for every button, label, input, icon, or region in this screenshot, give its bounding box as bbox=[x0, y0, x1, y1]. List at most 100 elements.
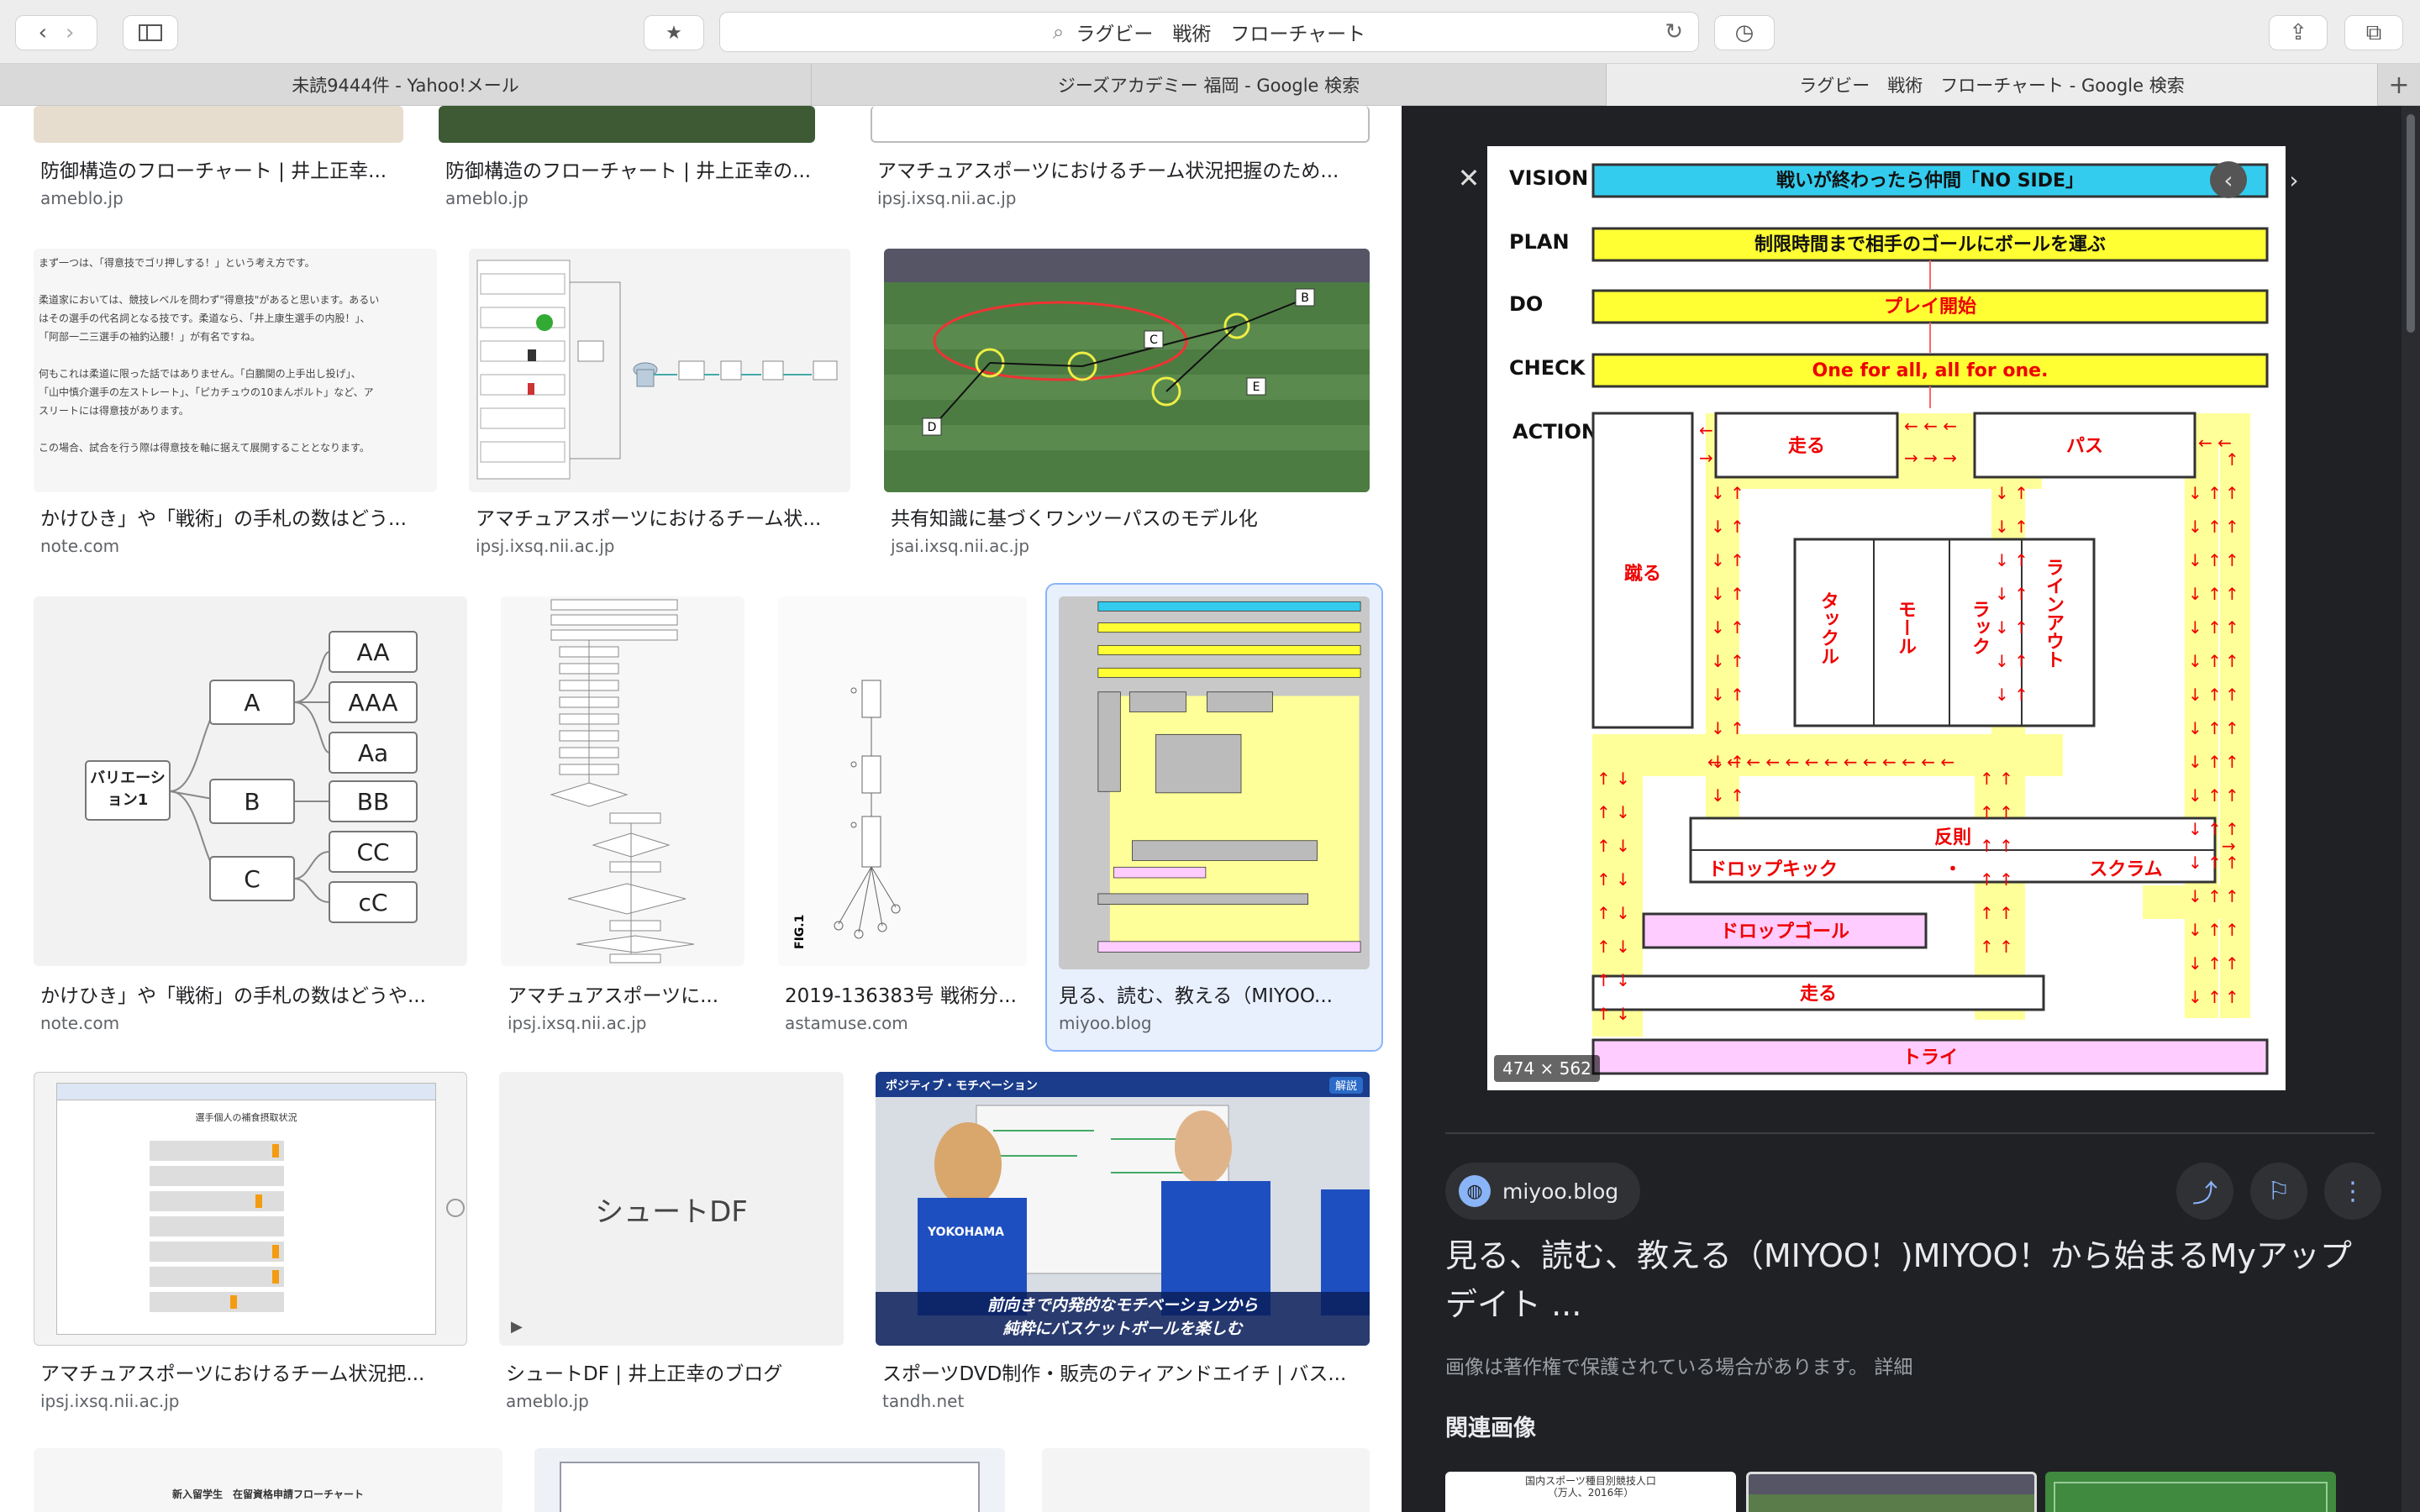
result-card[interactable]: アマチュアスポーツにおけるチーム状... ipsj.ixsq.nii.ac.jp bbox=[469, 249, 850, 576]
forward-icon[interactable]: › bbox=[66, 20, 74, 45]
site-chip[interactable]: ◍ miyoo.blog bbox=[1445, 1163, 1641, 1220]
rugby-flowchart-thumb bbox=[1059, 596, 1370, 969]
result-card[interactable]: 防御構造のフローチャート | 井上正幸の... ameblo.jp bbox=[439, 106, 815, 223]
back-forward-buttons[interactable]: ‹ › bbox=[15, 15, 97, 50]
image-preview-panel: VISION PLAN DO CHECK ACTION 戦いが終わったら仲間「N… bbox=[1402, 106, 2420, 1512]
more-options-button[interactable]: ⋮ bbox=[2324, 1163, 2381, 1220]
address-bar[interactable]: ⌕ ラグビー 戦術 フローチャート ↻ bbox=[719, 12, 1699, 52]
divider bbox=[1445, 1132, 2375, 1134]
favorites-button[interactable]: ★ bbox=[644, 15, 704, 50]
lineout-text: ラインアウト bbox=[2043, 558, 2064, 669]
thumbnail[interactable]: 選手個人の補食摂取状況 bbox=[34, 1072, 467, 1346]
result-title[interactable]: かけひき」や「戦術」の手札の数はどう... bbox=[40, 502, 435, 531]
thumbnail[interactable] bbox=[469, 249, 850, 492]
result-card[interactable] bbox=[534, 1448, 1005, 1512]
label-do: DO bbox=[1509, 292, 1543, 316]
save-button[interactable]: ⚐ bbox=[2250, 1163, 2307, 1220]
flow-arrow: ↓ ↑ bbox=[1711, 517, 1744, 537]
result-card[interactable]: ポジティブ・モチベーション 解説 YOKOHAMA 前向きで内発的なモチベーショ… bbox=[876, 1072, 1370, 1416]
svg-text:← ← ←: ← ← ← bbox=[1904, 416, 1957, 436]
flow-arrow: ↑ bbox=[2225, 886, 2239, 906]
result-title[interactable]: アマチュアスポーツに... bbox=[508, 979, 743, 1008]
tabs-overview-button[interactable]: ⧉ bbox=[2344, 15, 2403, 50]
flow-arrow: ↓ ↑ bbox=[2188, 685, 2222, 705]
prev-image-icon[interactable]: ‹ bbox=[2210, 161, 2247, 198]
thumbnail[interactable] bbox=[1042, 1448, 1370, 1512]
flow-arrow: ↓ ↑ bbox=[1711, 550, 1744, 570]
thumbnail[interactable] bbox=[501, 596, 744, 966]
result-title[interactable]: 見る、読む、教える（MIYOO... bbox=[1059, 979, 1370, 1008]
flow-arrow: ↓ ↑ bbox=[1711, 483, 1744, 503]
result-card[interactable]: A B C AA AAA Aa BB CC cC バリエーション1 かけひき」や… bbox=[34, 596, 467, 1042]
flow-arrow: ↑ bbox=[2225, 483, 2239, 503]
reload-icon[interactable]: ↻ bbox=[1665, 19, 1683, 45]
thumbnail[interactable] bbox=[871, 106, 1370, 143]
thumbnail[interactable] bbox=[34, 106, 403, 143]
next-image-icon[interactable]: › bbox=[2275, 161, 2312, 198]
sidebar-button[interactable] bbox=[123, 15, 178, 50]
dvd-jersey: YOKOHAMA bbox=[927, 1226, 1004, 1239]
result-card[interactable]: 選手個人の補食摂取状況 アマチュアスポーツにおけるチーム状況把... ipsj.… bbox=[34, 1072, 467, 1416]
close-icon[interactable]: ✕ bbox=[1452, 161, 1486, 195]
related-image[interactable] bbox=[1746, 1472, 2037, 1512]
related-image[interactable]: 国内スポーツ種目別競技人口 （万人、2016年） bbox=[1445, 1472, 1736, 1512]
result-card[interactable]: まず一つは、「得意技でゴリ押しする！」という考え方です。 柔道家においては、競技… bbox=[34, 249, 437, 576]
thumbnail[interactable] bbox=[439, 106, 815, 143]
result-page-title[interactable]: 見る、読む、教える（MIYOO！)MIYOO！から始まるMyアップデイト ... bbox=[1445, 1231, 2378, 1329]
result-title[interactable]: シュートDF | 井上正幸のブログ bbox=[506, 1357, 842, 1386]
result-title[interactable]: 防御構造のフローチャート | 井上正幸の... bbox=[445, 155, 815, 183]
back-icon[interactable]: ‹ bbox=[39, 20, 47, 45]
result-card[interactable]: アマチュアスポーツにおけるチーム状況把握のため... ipsj.ixsq.nii… bbox=[871, 106, 1370, 223]
result-title[interactable]: 防御構造のフローチャート | 井上正幸... bbox=[40, 155, 402, 183]
result-card[interactable]: 新入留学生 在留資格申請フローチャート bbox=[34, 1448, 502, 1512]
result-source: ameblo.jp bbox=[506, 1391, 589, 1411]
thumbnail[interactable]: ポジティブ・モチベーション 解説 YOKOHAMA 前向きで内発的なモチベーショ… bbox=[876, 1072, 1370, 1346]
history-button[interactable]: ◷ bbox=[1714, 15, 1775, 50]
related-image[interactable] bbox=[2045, 1472, 2336, 1512]
run2-text: 走る bbox=[1800, 984, 1837, 1005]
result-card[interactable]: B C D E 共有知識に基づくワンツーパスのモデル化 jsai.ixsq.ni… bbox=[884, 249, 1370, 576]
result-title[interactable]: 共有知識に基づくワンツーパスのモデル化 bbox=[891, 502, 1370, 531]
result-card[interactable]: 防御構造のフローチャート | 井上正幸... ameblo.jp bbox=[34, 106, 403, 223]
result-title[interactable]: アマチュアスポーツにおけるチーム状... bbox=[476, 502, 849, 531]
result-title[interactable]: かけひき」や「戦術」の手札の数はどうや... bbox=[40, 979, 466, 1008]
scrollbar-thumb[interactable] bbox=[2407, 114, 2415, 333]
result-title[interactable]: スポーツDVD制作・販売のティアンドエイチ | バス... bbox=[882, 1357, 1370, 1386]
thumbnail[interactable]: A B C AA AAA Aa BB CC cC バリエーション1 bbox=[34, 596, 467, 966]
thumbnail[interactable]: 新入留学生 在留資格申請フローチャート bbox=[34, 1448, 502, 1512]
thumbnail[interactable]: まず一つは、「得意技でゴリ押しする！」という考え方です。 柔道家においては、競技… bbox=[34, 249, 437, 492]
result-card-selected[interactable]: 見る、読む、教える（MIYOO... miyoo.blog bbox=[1045, 583, 1383, 1052]
related-image-title: 国内スポーツ種目別競技人口 bbox=[1525, 1475, 1656, 1487]
copyright-notice[interactable]: 画像は著作権で保護されている場合があります。 詳細 bbox=[1445, 1351, 1912, 1379]
result-card[interactable]: FIG.1 2019-136383号 戦術分... astamuse.com bbox=[778, 596, 1027, 1042]
svg-text:← ← ← ← ← ← ← ← ← ← ← ← ←: ← ← ← ← ← ← ← ← ← ← ← ← ← bbox=[1707, 752, 1954, 772]
thumbnail[interactable]: FIG.1 bbox=[778, 596, 1027, 966]
result-title[interactable]: 2019-136383号 戦術分... bbox=[785, 979, 1025, 1008]
flow-arrow: ↓ ↑ bbox=[2188, 584, 2222, 604]
check-text: One for all, all for one. bbox=[1812, 360, 2049, 381]
result-card[interactable] bbox=[1042, 1448, 1370, 1512]
thumbnail[interactable]: B C D E bbox=[884, 249, 1370, 492]
do-text: プレイ開始 bbox=[1884, 296, 1976, 318]
thumbnail[interactable] bbox=[534, 1448, 1005, 1512]
share-button[interactable]: ⤴ bbox=[2176, 1163, 2233, 1220]
field-label: E bbox=[1253, 381, 1260, 394]
globe-icon: ◍ bbox=[1459, 1175, 1491, 1207]
thumbnail[interactable]: シュートDF ▶ bbox=[499, 1072, 844, 1346]
thumbnail[interactable] bbox=[1059, 596, 1370, 969]
preview-image[interactable]: VISION PLAN DO CHECK ACTION 戦いが終わったら仲間「N… bbox=[1487, 146, 2286, 1090]
tab-gs-academy[interactable]: ジーズアカデミー 福岡 - Google 検索 bbox=[812, 64, 1607, 106]
new-tab-button[interactable]: + bbox=[2378, 64, 2420, 106]
site-name: miyoo.blog bbox=[1502, 1179, 1619, 1204]
tab-yahoo-mail[interactable]: 未読9444件 - Yahoo!メール bbox=[0, 64, 812, 106]
result-title[interactable]: アマチュアスポーツにおけるチーム状況把握のため... bbox=[877, 155, 1373, 183]
share-button[interactable]: ⇪ bbox=[2269, 15, 2328, 50]
result-title[interactable]: アマチュアスポーツにおけるチーム状況把... bbox=[40, 1357, 466, 1386]
field-thumb: B C D E bbox=[884, 249, 1370, 492]
result-card[interactable]: アマチュアスポーツに... ipsj.ixsq.nii.ac.jp bbox=[501, 596, 744, 1042]
result-card[interactable]: シュートDF ▶ シュートDF | 井上正幸のブログ ameblo.jp bbox=[499, 1072, 844, 1416]
pass-text: パス bbox=[2066, 436, 2103, 457]
tab-rugby-search[interactable]: ラグビー 戦術 フローチャート - Google 検索 bbox=[1607, 64, 2378, 106]
play-icon[interactable]: ▶ bbox=[511, 1318, 523, 1336]
flow-arrow: ↑ bbox=[2225, 953, 2239, 974]
